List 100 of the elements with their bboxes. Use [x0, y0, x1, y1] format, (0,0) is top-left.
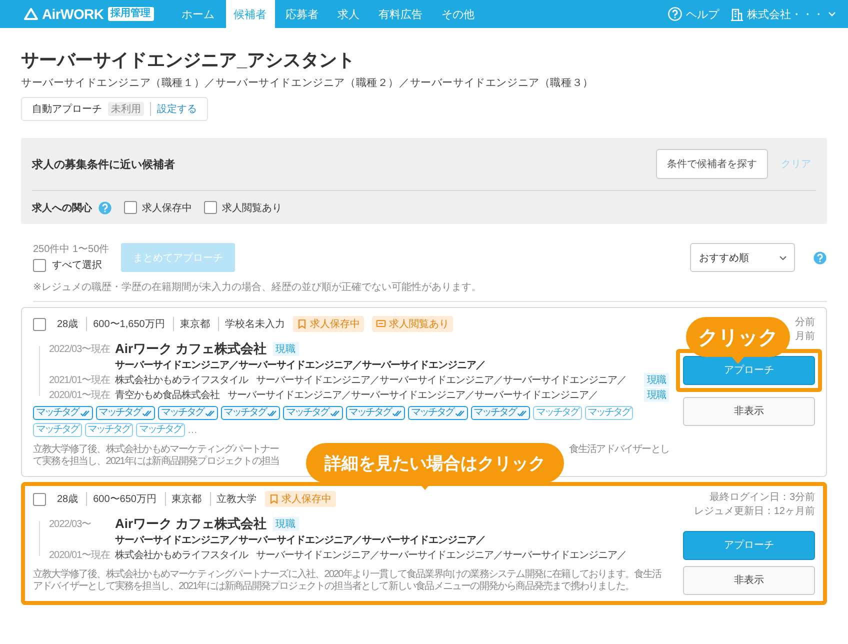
match-tag: マッチタグ	[408, 406, 468, 420]
bulk-approach-button[interactable]: まとめてアプローチ	[121, 243, 236, 272]
company-name: 株式会社かもめライフスタイル	[115, 548, 248, 562]
notice-text: ※レジュメの職歴・学歴の在籍期間が未入力の場合、経歴の並び順が正確でない可能性があります。	[33, 280, 827, 302]
help-icon	[668, 7, 682, 21]
job-category-text: サーバーサイドエンジニア（職種１）／サーバーサイドエンジニア（職種２）／サーバーサイドエンジニア（職種３）	[21, 76, 594, 90]
match-tag: マッチタグ	[33, 406, 92, 420]
double-check-icon	[392, 410, 402, 416]
status-badge: 求人閲覧あり	[372, 316, 453, 332]
checkbox-label: すべて選択	[52, 259, 102, 272]
clear-button[interactable]: クリア	[776, 153, 816, 175]
search-button[interactable]: 条件で候補者を探す	[656, 149, 768, 179]
last-login-text: 分前	[795, 316, 815, 330]
bio-text: 食生活アドバイザーとし	[568, 444, 669, 456]
settings-link[interactable]: 設定する	[150, 102, 197, 116]
building-icon	[731, 8, 743, 20]
profile-item: 立教大学	[210, 492, 256, 506]
career-period: 2021/01〜現在	[49, 374, 111, 387]
candidate-card[interactable]	[21, 307, 827, 477]
result-count: 250件中 1〜50件	[33, 243, 110, 256]
checkbox[interactable]	[33, 492, 46, 506]
logo-text: AirWORK	[42, 6, 104, 22]
bookmark-icon	[296, 319, 307, 329]
select-all-checkbox[interactable]	[33, 258, 46, 272]
status-tag: 未利用	[108, 102, 144, 116]
match-tag: マッチタグ	[33, 423, 82, 437]
profile-item: 東京都	[164, 492, 202, 506]
match-tag: マッチタグ	[220, 406, 280, 420]
help-icon	[813, 251, 827, 265]
account-menu[interactable]: 株式会社・・・	[747, 6, 824, 22]
panel-title: 求人の募集条件に近い候補者	[32, 158, 176, 172]
monitor-icon	[376, 319, 386, 329]
job-role-text: サーバーサイドエンジニア／サーバーサイドエンジニア／サーバーサイドエンジニア／	[115, 534, 486, 547]
double-check-icon	[204, 410, 214, 416]
double-check-icon	[454, 410, 464, 416]
chevron-icon	[779, 254, 787, 260]
checkbox-label: 求人閲覧あり	[222, 202, 282, 214]
current-job-tag: 現職	[644, 373, 669, 387]
hide-button[interactable]: 非表示	[683, 566, 815, 595]
help-link[interactable]: ヘルプ	[686, 6, 719, 22]
current-job-tag: 現職	[644, 388, 669, 402]
checkbox[interactable]	[204, 201, 217, 214]
status-badge: 求人保存中	[264, 491, 336, 507]
auto-approach-label: 自動アプローチ	[32, 102, 102, 116]
match-tag: マッチタグ	[470, 406, 530, 420]
nav-tab[interactable]: ホーム	[174, 0, 223, 28]
double-check-icon	[517, 410, 527, 416]
candidate-card[interactable]	[21, 482, 827, 605]
nav-tab[interactable]: 有料広告	[370, 0, 431, 28]
match-tag: マッチタグ	[283, 406, 342, 420]
match-tag: マッチタグ	[533, 406, 582, 420]
nav-tab[interactable]: 応募者	[278, 0, 327, 28]
career-period: 2022/03〜	[49, 518, 92, 531]
hide-button[interactable]: 非表示	[683, 397, 815, 426]
profile-item: 600〜650万円	[86, 492, 156, 506]
job-role-text: サーバーサイドエンジニア／サーバーサイドエンジニア／サーバーサイドエンジニア／	[256, 374, 626, 387]
career-period: 2020/01〜現在	[49, 549, 111, 562]
nav-tab[interactable]: その他	[434, 0, 483, 28]
bookmark-icon	[268, 494, 278, 504]
logo-badge: 採用管理	[108, 7, 154, 21]
match-tag: マッチタグ	[96, 406, 155, 420]
resume-updated-text: レジュメ更新日：12ヶ月前	[694, 505, 815, 519]
checkbox[interactable]	[124, 201, 137, 214]
checkbox[interactable]	[33, 318, 46, 330]
profile-item: 600〜1,650万円	[86, 317, 165, 331]
career-period: 2020/01〜現在	[49, 389, 111, 402]
company-name: Airワーク カフェ株式会社	[115, 340, 267, 358]
company-name: 株式会社かもめライフスタイル	[115, 374, 248, 387]
interest-label: 求人への関心	[32, 201, 92, 214]
current-job-tag: 現職	[272, 342, 299, 356]
bio-text: て実務を担当し、2021年には新商品開発プロジェクトの担当	[33, 456, 280, 468]
profile-item: 東京都	[172, 317, 210, 331]
career-period: 2022/03〜現在	[49, 343, 111, 356]
double-check-icon	[330, 410, 340, 416]
nav-tab[interactable]: 求人	[330, 0, 368, 28]
job-role-text: サーバーサイドエンジニア／サーバーサイドエンジニア／サーバーサイドエンジニア／	[115, 359, 486, 372]
match-tag: マッチタグ	[136, 423, 184, 437]
job-role-text: サーバーサイドエンジニア／サーバーサイドエンジニア／サーバーサイドエンジニア／	[228, 389, 598, 402]
bio-text: 立教大学修了後、株式会社かもめマーケティングパートナーズに入社、2020年より一貫して食品業界向けの業務システム開発に在籍しております。食生活アドバイザーとして実務を担当し、2021年には新商品開発プロジェクトの担当者として新しい食品メニューの開発から商品発売まで携わりました。	[33, 569, 663, 593]
company-name: 青空かもめ食品株式会社	[115, 388, 220, 402]
approach-button[interactable]: アプローチ	[683, 356, 815, 385]
company-name: Airワーク カフェ株式会社	[115, 515, 267, 533]
profile-item: 28歳	[56, 492, 78, 506]
match-tag: マッチタグ	[84, 423, 133, 437]
checkbox-label: 求人保存中	[142, 202, 192, 214]
double-check-icon	[142, 410, 152, 416]
approach-button[interactable]: アプローチ	[683, 531, 815, 560]
nav-tab[interactable]: 候補者	[226, 0, 275, 28]
double-check-icon	[80, 410, 90, 416]
help-icon	[98, 200, 112, 214]
resume-updated-text: 月前	[795, 330, 815, 344]
double-check-icon	[267, 410, 277, 416]
profile-item: 学校名未入力	[218, 317, 285, 331]
match-tag: マッチタグ	[584, 406, 633, 420]
job-role-text: サーバーサイドエンジニア／サーバーサイドエンジニア／サーバーサイドエンジニア／	[256, 549, 626, 562]
more-indicator: …	[188, 424, 198, 436]
last-login-text: 最終ログイン日：3分前	[709, 491, 815, 505]
page-title: サーバーサイドエンジニア_アシスタント	[21, 49, 356, 71]
status-badge: 求人保存中	[292, 316, 364, 332]
sort-dropdown[interactable]: おすすめ順	[690, 243, 795, 272]
